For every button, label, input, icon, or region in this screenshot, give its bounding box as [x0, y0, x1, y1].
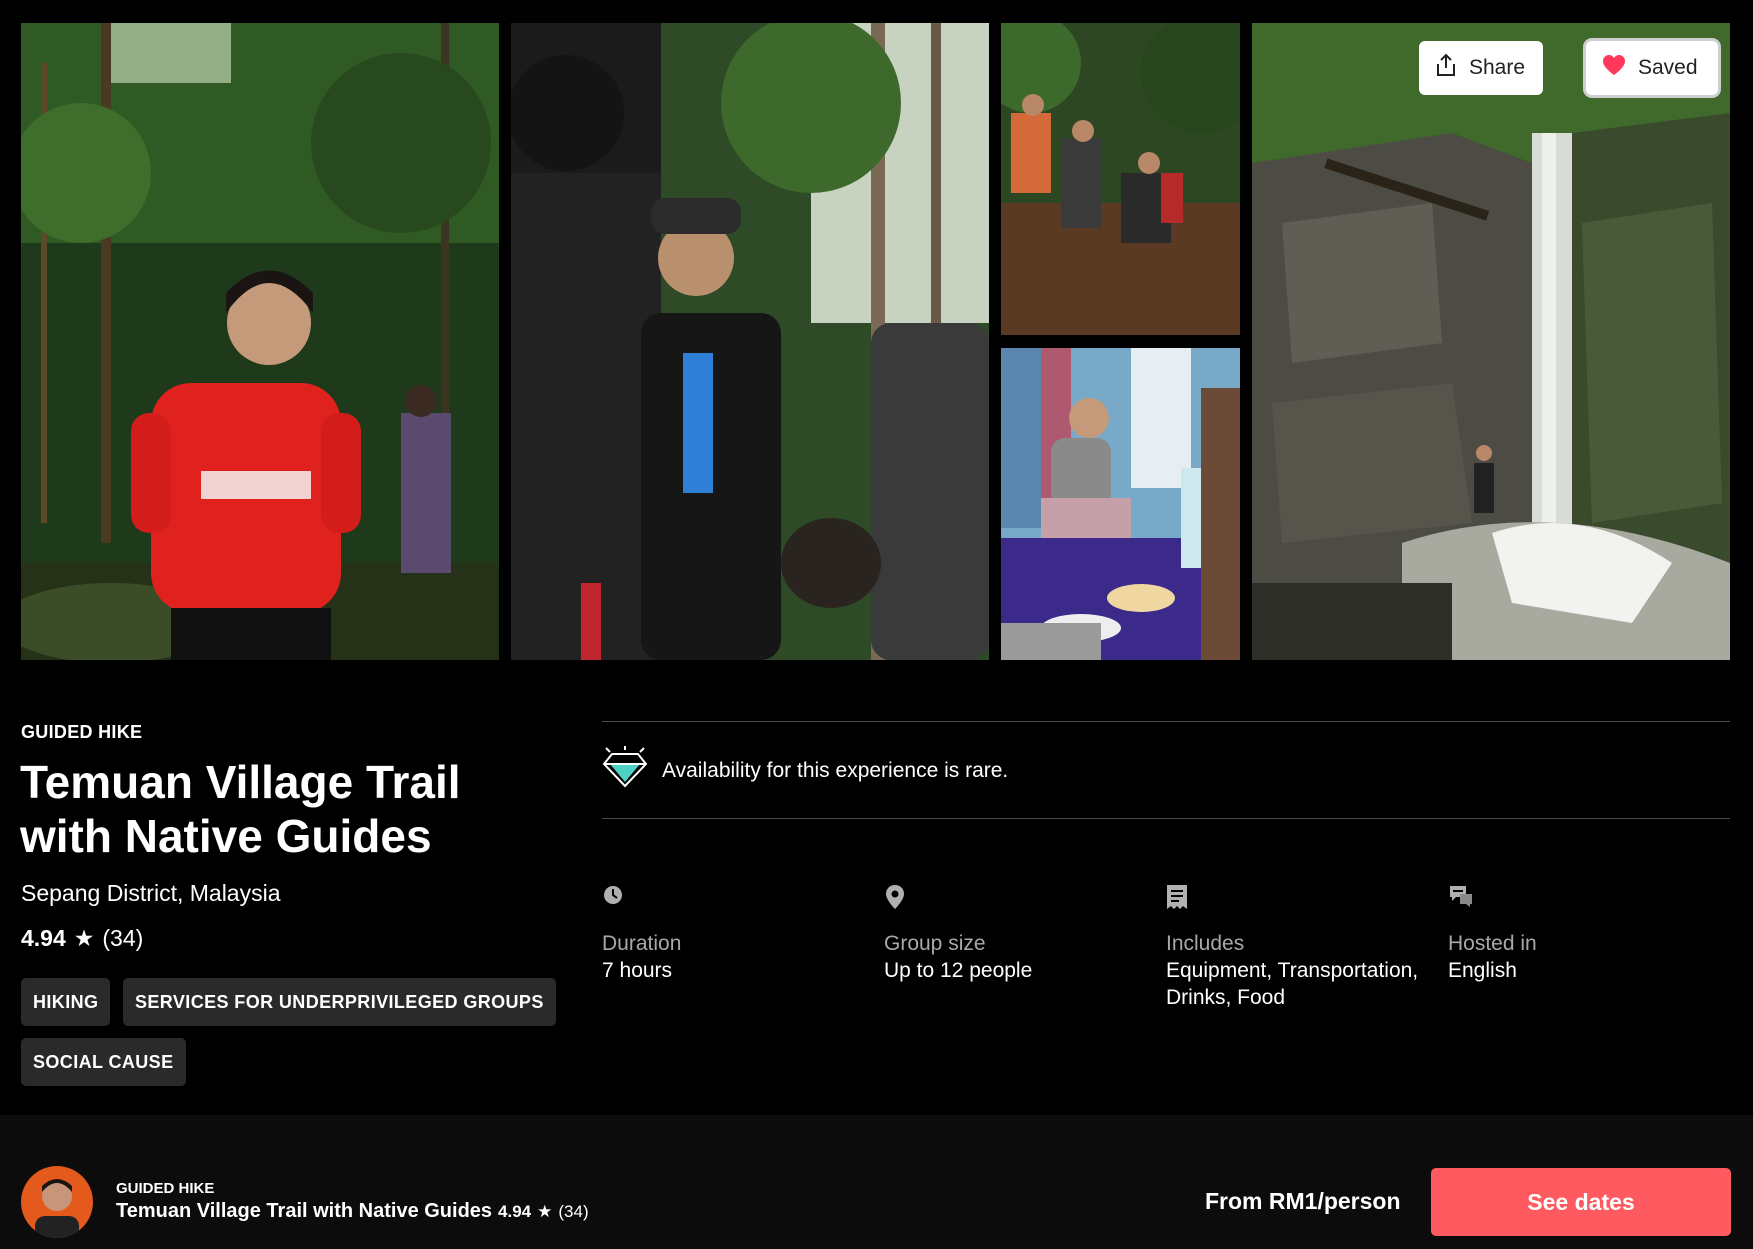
price-label: From RM1/person — [1205, 1188, 1401, 1214]
experience-category: GUIDED HIKE — [21, 722, 143, 742]
divider-top — [602, 721, 1730, 722]
share-icon — [1435, 53, 1457, 83]
rare-availability-text: Availability for this experience is rare… — [662, 759, 1009, 782]
photo-climbing-hikers[interactable] — [1001, 23, 1240, 335]
photo-laughing-hiker[interactable] — [21, 23, 499, 660]
saved-button[interactable]: Saved — [1586, 41, 1718, 95]
diamond-icon — [602, 746, 648, 796]
fact-value: English — [1448, 959, 1517, 982]
fact-value: 7 hours — [602, 959, 673, 982]
booking-bar: GUIDED HIKE Temuan Village Trail with Na… — [0, 1115, 1753, 1249]
chat-bubble-icon — [1448, 884, 1472, 910]
page-title: Temuan Village Trail with Native Guides — [20, 756, 461, 862]
share-label: Share — [1469, 56, 1526, 79]
divider-bottom — [602, 818, 1730, 819]
star-icon: ★ — [73, 925, 95, 951]
fact-value: Equipment, Transportation, Drinks, Food — [1166, 959, 1419, 1009]
saved-label: Saved — [1638, 56, 1698, 79]
photo-village-meal[interactable] — [1001, 348, 1240, 660]
fact-duration: Duration 7 hours — [602, 884, 862, 984]
fact-label: Group size — [884, 932, 986, 955]
bar-category: GUIDED HIKE — [116, 1180, 215, 1197]
clock-icon — [602, 884, 626, 910]
rare-availability-notice: Availability for this experience is rare… — [602, 746, 1008, 796]
see-dates-button[interactable]: See dates — [1431, 1168, 1731, 1236]
heart-icon — [1602, 54, 1626, 82]
bar-title: Temuan Village Trail with Native Guides — [116, 1200, 493, 1222]
photo-waterfall[interactable] — [1252, 23, 1730, 660]
fact-label: Includes — [1166, 932, 1245, 955]
fact-includes: Includes Equipment, Transportation, Drin… — [1166, 884, 1426, 1011]
share-button[interactable]: Share — [1419, 41, 1543, 95]
location-pin-icon — [884, 884, 908, 910]
photo-gallery: Share Saved — [21, 23, 1730, 660]
fact-value: Up to 12 people — [884, 959, 1033, 982]
photo-guides-talking[interactable] — [511, 23, 989, 660]
fact-hosted-in: Hosted in English — [1448, 884, 1708, 984]
fact-group-size: Group size Up to 12 people — [884, 884, 1144, 984]
fact-label: Duration — [602, 932, 682, 955]
experience-page: Share Saved GUIDED HIKE Temuan Village T… — [0, 0, 1753, 1249]
tag-services-for-underprivileged-groups[interactable]: SERVICES FOR UNDERPRIVILEGED GROUPS — [123, 978, 556, 1026]
rating-summary[interactable]: 4.94 ★ (34) — [21, 925, 143, 952]
host-avatar[interactable] — [21, 1166, 93, 1238]
experience-facts: Duration 7 hours Group size Up to 12 peo… — [602, 884, 1730, 1044]
tag-hiking[interactable]: HIKING — [21, 978, 111, 1026]
bar-review-count: (34) — [558, 1202, 589, 1221]
bar-star-icon: ★ — [537, 1202, 553, 1221]
bar-title-row: Temuan Village Trail with Native Guides … — [116, 1200, 589, 1223]
rating-score: 4.94 — [21, 925, 66, 951]
review-count: (34) — [102, 925, 144, 951]
includes-list-icon — [1166, 884, 1190, 910]
experience-location[interactable]: Sepang District, Malaysia — [21, 880, 281, 907]
fact-label: Hosted in — [1448, 932, 1537, 955]
bar-rating: 4.94 — [498, 1202, 532, 1221]
tag-social-cause[interactable]: SOCIAL CAUSE — [21, 1038, 186, 1086]
